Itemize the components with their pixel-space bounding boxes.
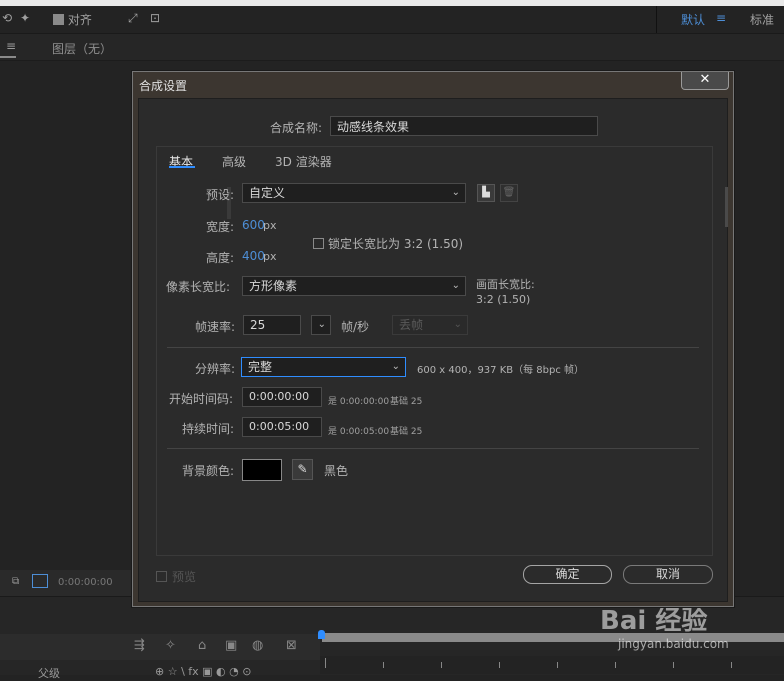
start-timecode-base: 基础 25	[390, 397, 423, 407]
footer-timecode[interactable]: 0:00:00:00	[58, 577, 113, 588]
comp-name-label: 合成名称:	[270, 121, 323, 135]
save-preset-icon[interactable]: ▙	[477, 184, 495, 202]
time-indicator-head[interactable]	[318, 630, 325, 639]
height-unit: px	[263, 250, 277, 263]
duration-input[interactable]: 0:00:05:00	[242, 417, 322, 437]
tab-advanced[interactable]: 高级	[222, 153, 246, 170]
resolution-label: 分辨率:	[195, 362, 236, 376]
camera-icon[interactable]: ⧉	[12, 576, 19, 587]
frame-rate-label: 帧速率:	[195, 320, 236, 334]
timeline-search-row	[0, 634, 320, 660]
drop-frame-select: 丢帧 ⌄	[392, 315, 468, 335]
dialog-body: 合成名称: 动感线条效果 基本 高级 3D 渲染器 预设: 自定义 ⌄ ▙ 🗑 宽…	[138, 98, 728, 602]
preview-checkbox[interactable]	[156, 570, 167, 584]
layer-panel-header: ≡ 图层（无）	[0, 34, 784, 61]
dialog-title: 合成设置	[139, 79, 188, 93]
delete-preset-icon[interactable]: 🗑	[500, 184, 518, 202]
preset-select[interactable]: 自定义 ⌄	[242, 183, 466, 203]
panel-menu-icon[interactable]: ≡	[6, 39, 16, 53]
bg-color-swatch[interactable]	[242, 459, 282, 481]
drop-frame-value: 丢帧	[399, 318, 424, 332]
chevron-down-icon: ⌄	[453, 319, 462, 330]
duration-label: 持续时间:	[182, 422, 235, 436]
height-label: 高度:	[206, 251, 235, 265]
align-label: 对齐	[67, 13, 92, 27]
workspace-default[interactable]: 默认	[681, 11, 705, 28]
separator	[167, 448, 699, 449]
cancel-button[interactable]: 取消	[623, 565, 713, 584]
frame-aspect-label: 画面长宽比:	[476, 278, 535, 291]
height-value[interactable]: 400	[242, 249, 265, 263]
duration-info: 是 0:00:05:00	[328, 427, 390, 437]
bg-color-name: 黑色	[324, 464, 349, 478]
solo-icon[interactable]: ✧	[165, 638, 176, 653]
motion-blur-icon[interactable]: ⇶	[134, 638, 145, 653]
width-unit: px	[263, 219, 277, 232]
start-timecode-info: 是 0:00:00:00	[328, 397, 390, 407]
panel-tab-indicator	[0, 56, 16, 58]
preset-value: 自定义	[249, 186, 286, 200]
frame-rate-input[interactable]: 25	[243, 315, 301, 335]
layer-panel-title: 图层（无）	[52, 42, 113, 56]
resolution-value: 完整	[248, 360, 273, 374]
resolution-info: 600 x 400，937 KB（每 8bpc 帧）	[417, 365, 585, 376]
pin-tool-icon[interactable]: ✦	[20, 11, 30, 25]
pixel-aspect-value: 方形像素	[249, 279, 298, 293]
start-timecode-label: 开始时间码:	[169, 392, 234, 406]
preview-label: 预览	[172, 570, 197, 584]
fit-icon[interactable]	[32, 574, 48, 588]
bg-color-label: 背景颜色:	[182, 464, 235, 478]
toolbar-divider	[656, 6, 657, 33]
separator	[167, 347, 699, 348]
comp-name-input[interactable]: 动感线条效果	[330, 116, 598, 136]
pixel-aspect-select[interactable]: 方形像素 ⌄	[242, 276, 466, 296]
snap-icon[interactable]: ⤢	[128, 11, 138, 26]
eyedropper-icon[interactable]: ✎	[292, 459, 313, 480]
frame-rate-unit: 帧/秒	[341, 320, 370, 334]
settings-group	[156, 146, 713, 556]
chevron-down-icon: ⌄	[391, 361, 400, 372]
lock-aspect-checkbox[interactable]	[313, 237, 324, 251]
workspace-standard[interactable]: 标准	[750, 11, 774, 28]
active-tab-indicator	[169, 166, 195, 168]
parent-column-label: 父级	[38, 667, 60, 680]
shy-icon[interactable]: ⌂	[198, 638, 206, 653]
frame-rate-preset-select[interactable]: ⌄	[311, 315, 331, 335]
resolution-select[interactable]: 完整 ⌄	[241, 357, 406, 377]
graph-editor-icon[interactable]: ⊠	[286, 638, 297, 653]
rotate-tool-icon[interactable]: ⟲	[2, 11, 12, 25]
frame-blend-icon[interactable]: ▣	[225, 638, 237, 653]
toolbar: ⟲ ✦ 对齐 ⤢ ⊡ 默认 ≡ 标准	[0, 6, 784, 34]
scrollbar-thumb[interactable]	[725, 187, 728, 227]
pixel-aspect-label: 像素长宽比:	[166, 280, 231, 294]
tab-3d-renderer[interactable]: 3D 渲染器	[275, 153, 332, 170]
lock-aspect-label: 锁定长宽比为 3:2 (1.50)	[328, 237, 464, 251]
duration-base: 基础 25	[390, 427, 423, 437]
draft-3d-icon[interactable]: ◍	[252, 638, 263, 653]
width-value[interactable]: 600	[242, 218, 265, 232]
grid-snap-icon[interactable]: ⊡	[150, 11, 160, 25]
align-checkbox[interactable]: 对齐	[53, 11, 92, 28]
baidu-watermark-url: jingyan.baidu.com	[618, 637, 729, 651]
start-timecode-input[interactable]: 0:00:00:00	[242, 387, 322, 407]
switches-header-icon: ⊕ ☆ \ fx ▣ ◐ ◔ ⊙	[155, 665, 252, 678]
chevron-down-icon: ⌄	[451, 187, 460, 198]
composition-settings-dialog: 合成设置 ✕ 合成名称: 动感线条效果 基本 高级 3D 渲染器 预设: 自定义…	[132, 71, 734, 607]
width-label: 宽度:	[206, 220, 235, 234]
chevron-down-icon: ⌄	[317, 319, 326, 330]
comp-viewer-footer: ⧉ 0:00:00:00	[0, 570, 132, 596]
frame-aspect-value: 3:2 (1.50)	[476, 293, 531, 306]
ok-button[interactable]: 确定	[523, 565, 612, 584]
workspace-menu-icon[interactable]: ≡	[716, 11, 726, 25]
close-button[interactable]: ✕	[681, 72, 729, 90]
chevron-down-icon: ⌄	[451, 280, 460, 291]
time-ruler[interactable]	[320, 656, 784, 674]
preset-label: 预设:	[206, 188, 235, 202]
